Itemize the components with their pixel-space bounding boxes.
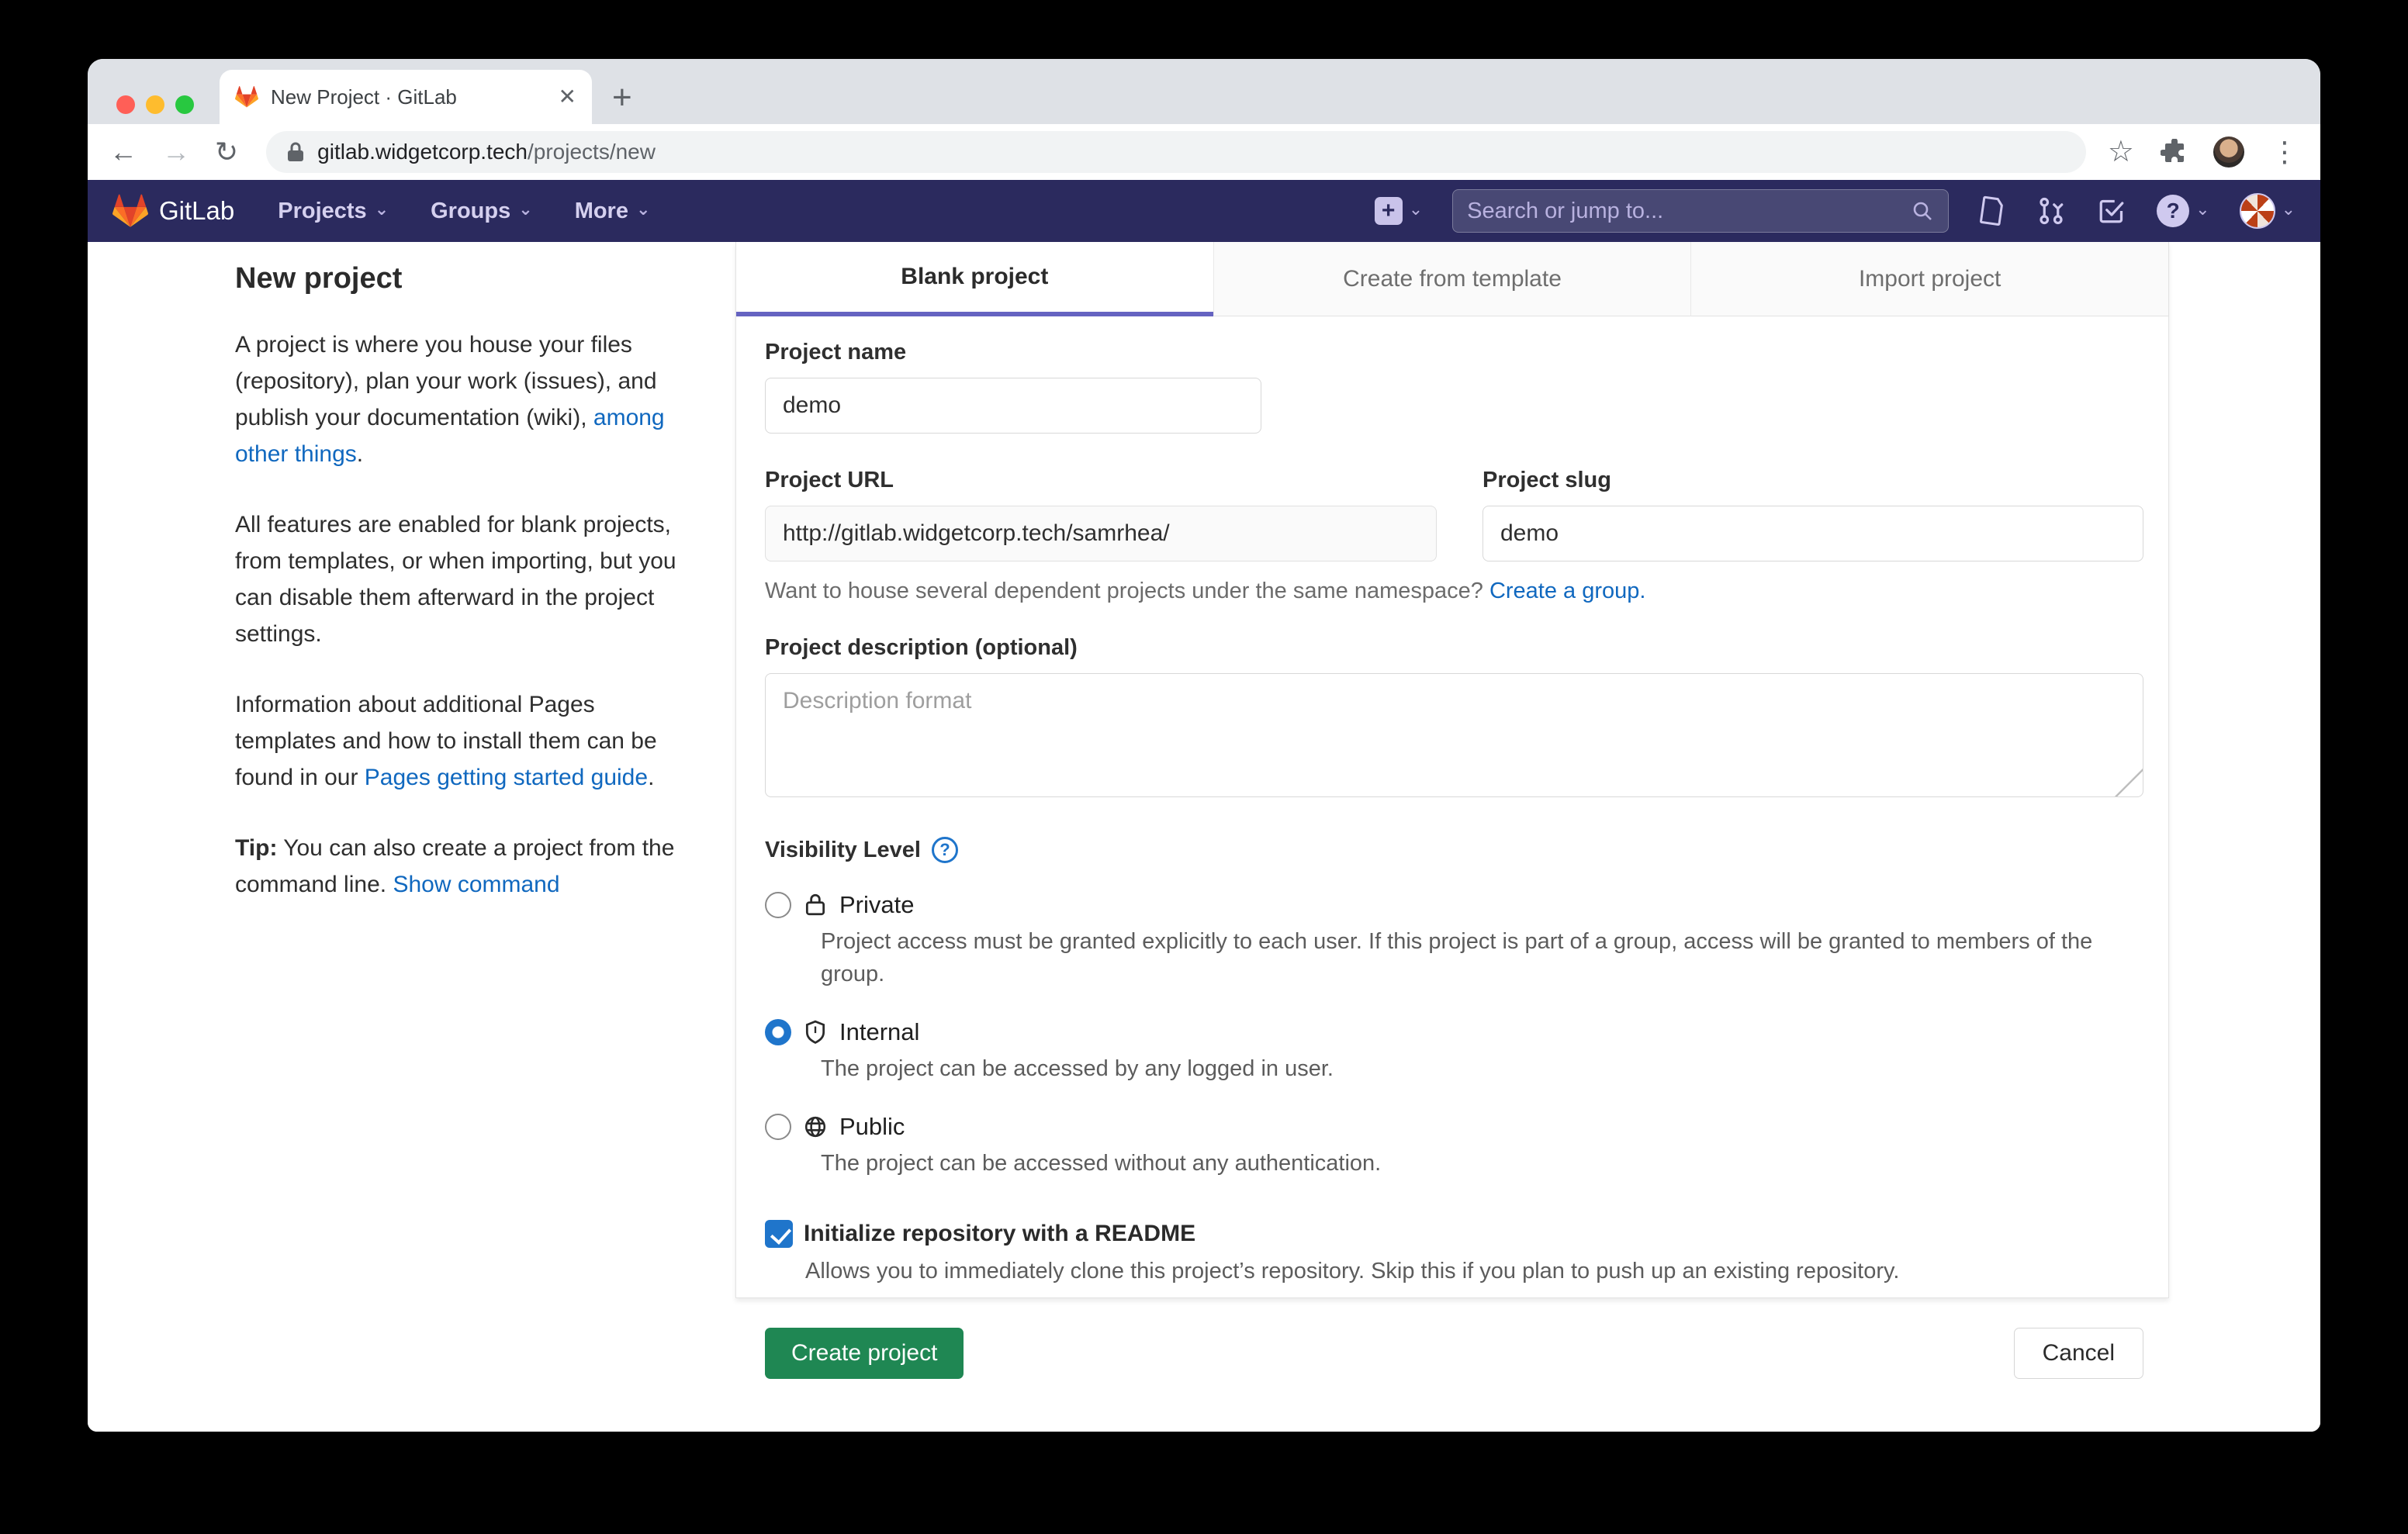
shield-icon [804,1020,827,1045]
address-bar[interactable]: gitlab.widgetcorp.tech/projects/new [266,131,2086,173]
chevron-down-icon: ⌄ [636,201,650,218]
readme-description: Allows you to immediately clone this pro… [765,1259,2143,1284]
internal-label[interactable]: Internal [839,1018,919,1046]
gitlab-navbar: GitLab Projects⌄ Groups⌄ More⌄ + ⌄ [88,180,2320,242]
new-project-panel: Blank project Create from template Impor… [735,242,2169,1298]
page-content: New project A project is where you house… [88,242,2320,1432]
lock-icon [286,141,305,163]
new-project-sidebar: New project A project is where you house… [235,262,693,937]
public-radio[interactable] [765,1114,791,1140]
blank-project-form: Project name Project URL Project slug Wa… [736,316,2168,1379]
internal-radio[interactable] [765,1019,791,1045]
project-name-input[interactable] [765,378,1261,434]
create-project-button[interactable]: Create project [765,1328,964,1379]
namespace-hint: Want to house several dependent projects… [765,579,2143,604]
browser-menu-icon[interactable]: ⋮ [2271,138,2299,166]
public-label[interactable]: Public [839,1113,905,1141]
project-description-label: Project description (optional) [765,635,2143,661]
project-name-label: Project name [765,340,2143,365]
readme-label[interactable]: Initialize repository with a README [804,1221,1195,1247]
visibility-option-public: Public The project can be accessed witho… [765,1113,2143,1180]
zoom-window-button[interactable] [175,95,194,114]
gitlab-favicon-icon [235,85,258,109]
private-description: Project access must be granted explicitl… [765,925,2130,990]
chevron-down-icon: ⌄ [1409,201,1423,218]
internal-description: The project can be accessed by any logge… [765,1052,2130,1085]
chevron-down-icon: ⌄ [2195,201,2209,218]
project-slug-input[interactable] [1483,506,2143,561]
help-menu-button[interactable]: ? ⌄ [2157,195,2209,227]
browser-tab[interactable]: New Project · GitLab ✕ [220,70,592,124]
url-domain: gitlab.widgetcorp.tech [317,140,528,164]
url-path: /projects/new [528,140,656,164]
close-window-button[interactable] [116,95,135,114]
todos-icon[interactable] [2096,195,2127,226]
gitlab-home-link[interactable]: GitLab [112,193,234,229]
readme-option: Initialize repository with a README Allo… [765,1220,2143,1284]
tab-import-project[interactable]: Import project [1690,242,2168,316]
tab-close-icon[interactable]: ✕ [559,86,576,108]
browser-toolbar: ← → ↻ gitlab.widgetcorp.tech/projects/ne… [88,124,2320,180]
nav-projects-menu[interactable]: Projects⌄ [278,199,389,224]
user-avatar [2240,193,2275,229]
lock-icon [804,893,827,917]
search-icon [1911,199,1934,223]
extensions-puzzle-icon[interactable] [2161,139,2187,165]
public-description: The project can be accessed without any … [765,1147,2130,1180]
tab-title: New Project · GitLab [271,85,546,109]
tab-create-from-template[interactable]: Create from template [1213,242,1691,316]
private-radio[interactable] [765,892,791,918]
global-search[interactable] [1452,189,1949,233]
chevron-down-icon: ⌄ [518,201,532,218]
show-command-link[interactable]: Show command [393,872,559,897]
new-tab-button[interactable]: + [612,81,632,115]
project-type-tabs: Blank project Create from template Impor… [736,242,2168,316]
create-a-group-link[interactable]: Create a group. [1489,579,1646,603]
reload-icon[interactable]: ↻ [215,138,238,166]
sidebar-paragraph: All features are enabled for blank proje… [235,506,693,652]
window-controls [116,95,194,114]
visibility-help-icon[interactable]: ? [932,837,958,863]
merge-requests-icon[interactable] [2036,195,2067,226]
bookmark-star-icon[interactable]: ☆ [2108,137,2134,167]
pages-guide-link[interactable]: Pages getting started guide [365,765,648,790]
chevron-down-icon: ⌄ [375,201,389,218]
visibility-level-label: Visibility Level [765,838,921,863]
back-icon[interactable]: ← [109,138,137,166]
private-label[interactable]: Private [839,891,914,919]
sidebar-tip: Tip: You can also create a project from … [235,830,693,903]
project-url-label: Project URL [765,468,1437,493]
nav-groups-menu[interactable]: Groups⌄ [431,199,533,224]
gitlab-brand-text: GitLab [159,196,234,226]
visibility-option-internal: Internal The project can be accessed by … [765,1018,2143,1085]
project-url-input[interactable] [765,506,1437,561]
browser-profile-avatar[interactable] [2213,136,2244,168]
issues-icon[interactable] [1978,195,2006,226]
user-menu-button[interactable]: ⌄ [2240,193,2296,229]
readme-checkbox[interactable] [765,1220,793,1248]
browser-window: New Project · GitLab ✕ + ← → ↻ gitlab.wi… [88,59,2320,1432]
plus-icon: + [1375,197,1403,225]
search-input[interactable] [1467,199,1901,224]
sidebar-paragraph: Information about additional Pages templ… [235,686,693,796]
project-description-textarea[interactable] [765,673,2143,797]
chevron-down-icon: ⌄ [2282,201,2296,218]
page-title: New project [235,262,693,295]
tab-blank-project[interactable]: Blank project [736,242,1213,316]
browser-tab-strip: New Project · GitLab ✕ + [88,59,2320,124]
project-slug-label: Project slug [1483,468,2143,493]
sidebar-paragraph: A project is where you house your files … [235,326,693,472]
help-question-icon: ? [2157,195,2189,227]
nav-more-menu[interactable]: More⌄ [575,199,651,224]
cancel-button[interactable]: Cancel [2014,1328,2143,1379]
gitlab-logo-icon [112,193,148,229]
globe-icon [804,1115,827,1138]
minimize-window-button[interactable] [146,95,164,114]
new-menu-button[interactable]: + ⌄ [1375,197,1423,225]
forward-icon[interactable]: → [162,138,190,166]
visibility-option-private: Private Project access must be granted e… [765,891,2143,990]
